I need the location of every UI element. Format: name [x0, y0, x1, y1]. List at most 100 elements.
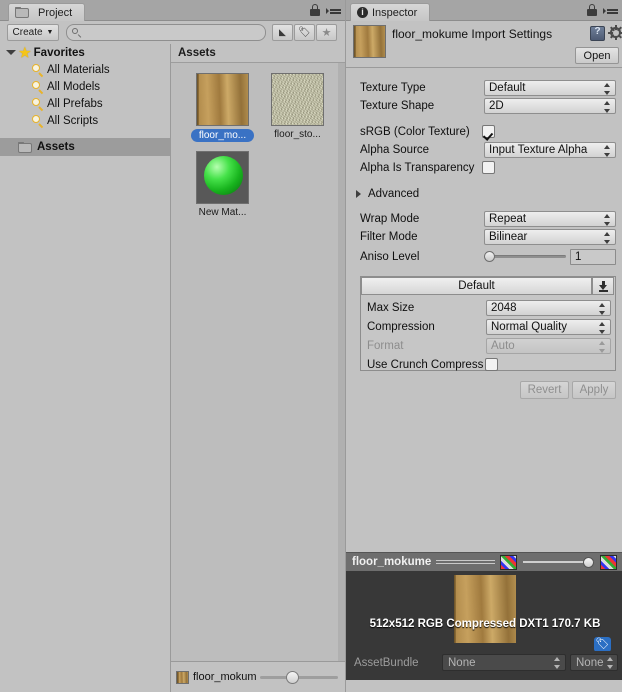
compression-popup[interactable]: Normal Quality [486, 319, 611, 335]
favorites-button[interactable]: ★ [316, 24, 337, 41]
aniso-level-slider-track[interactable] [486, 255, 566, 258]
alpha-source-popup[interactable]: Input Texture Alpha [484, 142, 616, 158]
filter-by-label-button[interactable]: 🏷 [294, 24, 315, 41]
stepper-icon [599, 341, 606, 353]
use-crunch-compression-checkbox[interactable] [485, 358, 498, 371]
popup-value: Normal Quality [491, 321, 568, 333]
revert-button-label: Revert [527, 384, 562, 396]
foldout-label: Advanced [368, 188, 420, 200]
stepper-icon [604, 145, 611, 157]
preview-info-text: 512x512 RGB Compressed DXT1 170.7 KB [369, 618, 601, 630]
search-input[interactable] [66, 24, 266, 41]
field-label: Max Size [367, 302, 415, 314]
alpha-checker-icon[interactable] [600, 554, 617, 570]
asset-item-floor-stone[interactable]: floor_sto... [271, 73, 324, 140]
aniso-level-input[interactable]: 1 [570, 249, 616, 265]
chevron-down-icon: ▼ [46, 29, 54, 36]
revert-button[interactable]: Revert [520, 381, 569, 399]
panel-menu-icon[interactable] [326, 5, 341, 16]
popup-value: 2048 [491, 302, 517, 314]
field-aniso-level: Aniso Level 1 [346, 248, 622, 266]
field-compression: Compression Normal Quality [346, 319, 622, 335]
field-label: Filter Mode [360, 231, 418, 243]
preview-texture-image [454, 575, 516, 643]
asset-item-new-material[interactable]: New Mat... [196, 151, 249, 218]
tab-project[interactable]: Project [8, 3, 86, 21]
add-platform-button[interactable] [592, 277, 614, 295]
material-sphere-icon [196, 151, 249, 204]
mip-level-slider[interactable] [523, 555, 594, 569]
statusbar-item-label: floor_mokum [193, 671, 256, 683]
field-label: Aniso Level [360, 251, 420, 263]
field-label: Texture Type [360, 82, 426, 94]
wrap-mode-popup[interactable]: Repeat [484, 211, 616, 227]
tree-item-all-prefabs[interactable]: All Prefabs [0, 95, 170, 112]
texture-shape-popup[interactable]: 2D [484, 98, 616, 114]
assetbundle-bar: AssetBundle None None [346, 651, 622, 680]
tab-inspector[interactable]: i Inspector [350, 3, 431, 21]
thumbnail-size-slider[interactable] [260, 670, 338, 684]
apply-button-label: Apply [579, 384, 609, 396]
search-icon [32, 97, 44, 111]
assetbundle-variant-popup[interactable]: None [570, 654, 618, 671]
panel-menu-icon[interactable] [603, 5, 618, 16]
popup-value: Auto [491, 340, 515, 352]
preview-header[interactable]: floor_mokume [346, 552, 622, 571]
lock-icon[interactable] [309, 4, 321, 17]
tab-inspector-label: Inspector [372, 6, 418, 19]
inspector-panel: i Inspector floor_mokume Import Settings [346, 0, 622, 692]
field-texture-shape: Texture Shape 2D [346, 98, 622, 114]
field-label: sRGB (Color Texture) [360, 126, 470, 138]
preview-grip [436, 560, 496, 564]
lock-icon[interactable] [586, 4, 598, 17]
filter-by-type-button[interactable]: ◣ [272, 24, 293, 41]
alpha-is-transparency-checkbox[interactable] [482, 161, 495, 174]
object-icon [353, 25, 386, 58]
gear-icon[interactable] [608, 25, 622, 40]
assets-grid-scrollbar[interactable] [338, 63, 345, 661]
preview-title: floor_mokume [352, 556, 432, 568]
open-button[interactable]: Open [575, 47, 619, 64]
assets-breadcrumb-label: Assets [178, 47, 216, 59]
tree-item-all-models[interactable]: All Models [0, 78, 170, 95]
field-label: Compression [367, 321, 435, 333]
stepper-icon [599, 322, 606, 334]
search-icon [32, 114, 44, 128]
apply-button[interactable]: Apply [572, 381, 616, 399]
aniso-level-slider-knob[interactable] [484, 251, 495, 262]
help-book-icon[interactable] [590, 26, 605, 41]
chevron-down-icon[interactable] [6, 50, 16, 55]
filter-mode-popup[interactable]: Bilinear [484, 229, 616, 245]
asset-item-floor-mokume[interactable]: floor_mo... [191, 73, 254, 142]
stepper-icon [554, 657, 561, 669]
popup-value: 2D [489, 100, 504, 112]
inspector-tabstrip: i Inspector [346, 0, 622, 21]
tree-item-all-scripts[interactable]: All Scripts [0, 112, 170, 129]
page-title: floor_mokume Import Settings [392, 27, 553, 41]
field-label: Wrap Mode [360, 213, 420, 225]
texture-type-popup[interactable]: Default [484, 80, 616, 96]
field-filter-mode: Filter Mode Bilinear [346, 229, 622, 245]
asset-label-icon[interactable]: 🏷 [594, 637, 611, 652]
assetbundle-name-popup[interactable]: None [442, 654, 566, 671]
srgb-checkbox[interactable] [482, 125, 495, 138]
texture-wood-icon [196, 73, 249, 126]
field-wrap-mode: Wrap Mode Repeat [346, 211, 622, 227]
create-button[interactable]: Create ▼ [7, 24, 59, 41]
rgb-channels-icon[interactable] [500, 554, 518, 570]
tree-item-label: Favorites [33, 46, 85, 59]
asset-item-label: floor_mo... [191, 129, 254, 142]
field-alpha-source: Alpha Source Input Texture Alpha [346, 142, 622, 158]
tree-item-favorites[interactable]: ★ Favorites [0, 44, 170, 61]
stepper-icon [604, 101, 611, 113]
chevron-right-icon[interactable] [356, 190, 361, 198]
max-size-popup[interactable]: 2048 [486, 300, 611, 316]
filter-by-type-icon: ◣ [279, 27, 286, 37]
foldout-advanced[interactable]: Advanced [346, 186, 622, 202]
popup-value: Bilinear [489, 231, 528, 243]
tree-item-assets[interactable]: Assets [0, 138, 170, 156]
tree-item-all-materials[interactable]: All Materials [0, 61, 170, 78]
field-texture-type: Texture Type Default [346, 80, 622, 96]
platform-tab-default[interactable]: Default [361, 277, 592, 295]
field-max-size: Max Size 2048 [346, 300, 622, 316]
